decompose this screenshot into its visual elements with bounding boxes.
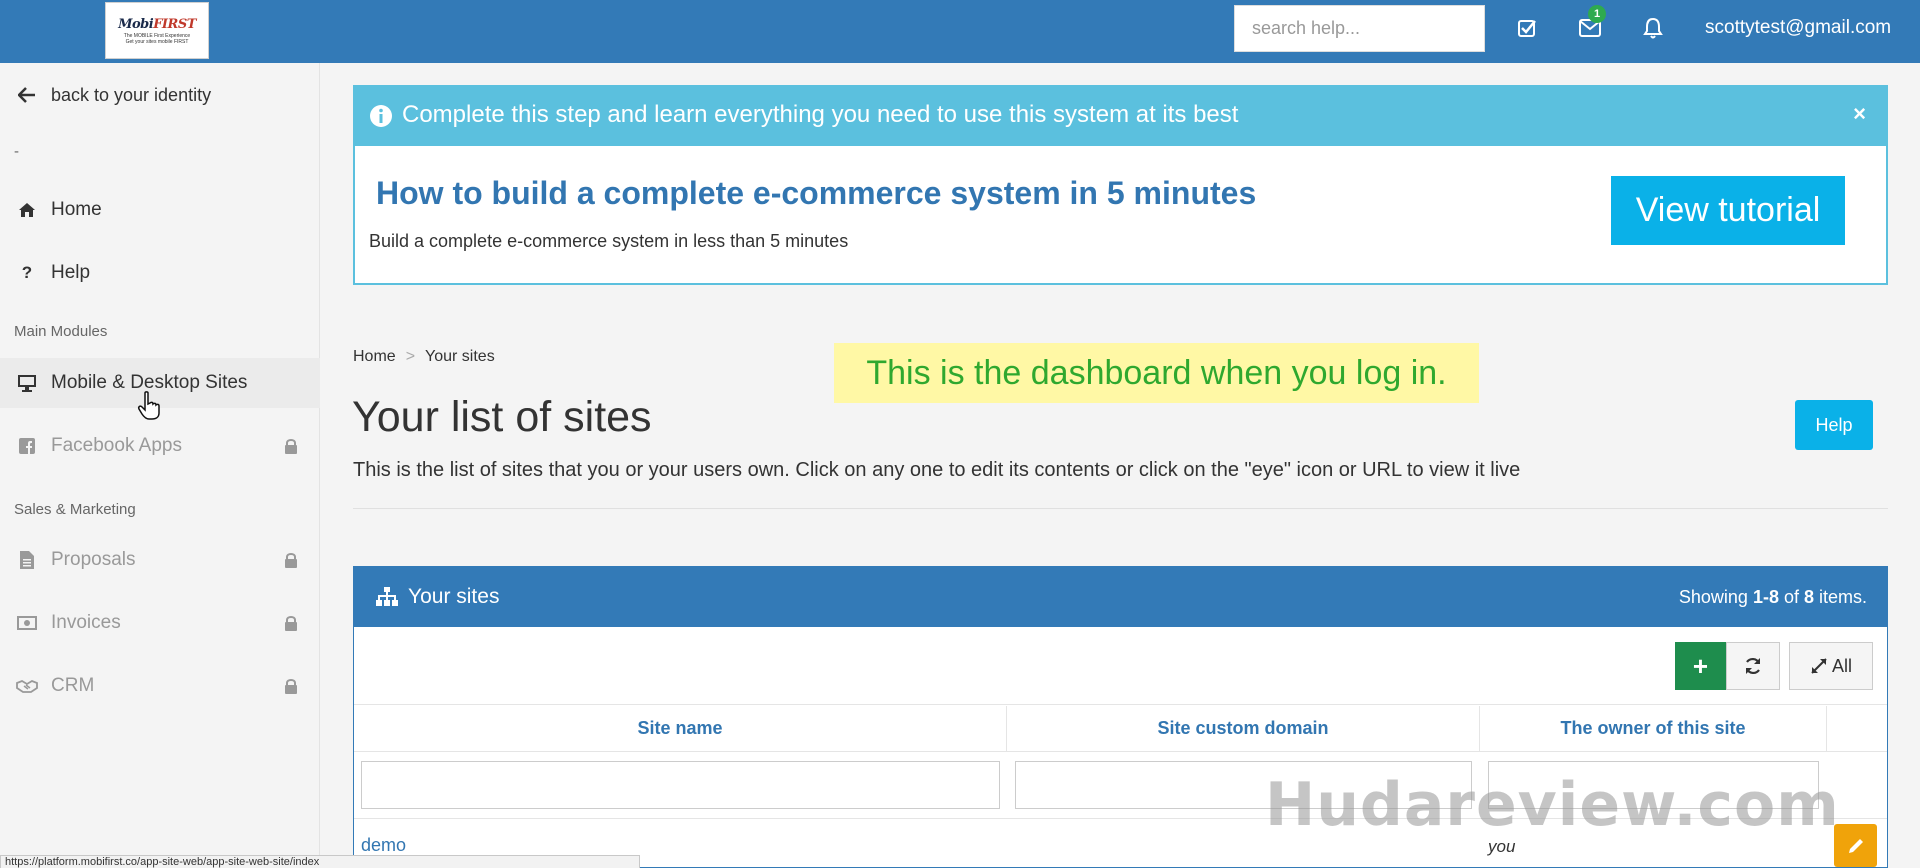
tutorial-banner: Complete this step and learn everything … [353, 85, 1888, 285]
search-help-input[interactable] [1234, 5, 1485, 52]
sidebar-item-label: CRM [51, 675, 95, 696]
breadcrumb-current: Your sites [425, 348, 495, 365]
site-name-filter-input[interactable] [361, 761, 1000, 809]
sitemap-icon [376, 587, 398, 612]
site-owner-cell: you [1488, 837, 1516, 856]
sidebar-separator: - [14, 143, 19, 160]
lock-icon [284, 438, 298, 454]
site-name-link[interactable]: demo [361, 835, 406, 856]
money-bill-icon [16, 612, 38, 634]
page-description: This is the list of sites that you or yo… [353, 459, 1521, 481]
sidebar-item-label: Help [51, 262, 91, 283]
breadcrumb-separator: > [405, 348, 416, 365]
top-navbar: MobiFIRST The MOBILE First Experience Ge… [0, 0, 1920, 63]
desktop-monitor-icon [16, 372, 38, 394]
lock-icon [284, 552, 298, 568]
sidebar-item-proposals[interactable]: Proposals [0, 535, 320, 585]
edit-site-button[interactable] [1834, 824, 1877, 867]
plus-icon: + [1692, 650, 1709, 681]
divider [353, 508, 1888, 509]
banner-header: Complete this step and learn everything … [355, 87, 1886, 146]
expand-all-button[interactable]: All [1789, 642, 1873, 690]
banner-header-text: Complete this step and learn everything … [402, 101, 1239, 128]
refresh-button[interactable] [1726, 642, 1780, 690]
browser-status-url: https://platform.mobifirst.co/app-site-w… [0, 855, 640, 868]
column-header-owner[interactable]: The owner of this site [1480, 706, 1827, 751]
handshake-icon [16, 675, 38, 697]
brand-logo[interactable]: MobiFIRST The MOBILE First Experience Ge… [105, 2, 209, 59]
logo-text-a: Mobi [118, 16, 154, 32]
expand-icon [1811, 658, 1827, 674]
watermark: Hudareview.com [1265, 770, 1840, 840]
pencil-icon [1848, 838, 1863, 853]
info-circle-icon [369, 104, 393, 133]
help-button[interactable]: Help [1795, 400, 1873, 450]
lock-icon [284, 678, 298, 694]
tasks-checkbox-icon[interactable] [1513, 14, 1541, 42]
video-annotation-caption: This is the dashboard when you log in. [834, 343, 1479, 403]
logo-tagline-2: Get your sites mobile FIRST [125, 38, 189, 45]
items-summary: Showing 1-8 of 8 items. [1679, 587, 1867, 608]
expand-all-label: All [1831, 655, 1852, 676]
tutorial-subtitle: Build a complete e-commerce system in le… [369, 231, 849, 251]
sidebar-item-label: Invoices [51, 612, 121, 633]
refresh-icon [1746, 657, 1760, 675]
sidebar-item-label: Facebook Apps [51, 435, 182, 456]
section-heading-sales-marketing: Sales & Marketing [14, 501, 136, 518]
breadcrumb-home-link[interactable]: Home [353, 348, 396, 366]
question-mark-icon: ? [21, 263, 33, 282]
sidebar-item-help[interactable]: ? Help [0, 248, 320, 298]
hand-pointer-cursor-icon [138, 391, 160, 420]
back-to-identity-link[interactable]: back to your identity [0, 70, 320, 120]
facebook-icon [16, 435, 38, 457]
summary-range: 1-8 [1752, 587, 1779, 607]
summary-mid: of [1778, 587, 1804, 607]
sidebar-item-home[interactable]: Home [0, 185, 320, 235]
summary-prefix: Showing [1678, 587, 1753, 607]
sidebar-item-invoices[interactable]: Invoices [0, 598, 320, 648]
notifications-bell-icon[interactable] [1639, 14, 1667, 42]
lock-icon [284, 615, 298, 631]
breadcrumb: Home > Your sites [353, 348, 495, 366]
sidebar-item-facebook-apps[interactable]: Facebook Apps [0, 421, 320, 471]
panel-header: Your sites Showing 1-8 of 8 items. [354, 567, 1887, 627]
page-title: Your list of sites [352, 393, 652, 441]
view-tutorial-button[interactable]: View tutorial [1611, 176, 1845, 245]
home-icon [16, 199, 38, 221]
arrow-left-icon [16, 84, 38, 106]
add-site-button[interactable]: + [1675, 642, 1726, 690]
document-icon [16, 549, 38, 571]
user-email-menu[interactable]: scottytest@gmail.com [1705, 17, 1891, 39]
grid-toolbar: + All [354, 627, 1887, 705]
panel-title: Your sites [408, 585, 500, 608]
messages-count-badge: 1 [1588, 5, 1606, 23]
back-to-identity-label: back to your identity [51, 84, 212, 105]
logo-text-b: FIRST [153, 16, 196, 32]
sidebar-item-label: Home [51, 199, 102, 220]
section-heading-main-modules: Main Modules [14, 323, 108, 340]
tutorial-title[interactable]: How to build a complete e-commerce syste… [376, 175, 1256, 212]
column-header-custom-domain[interactable]: Site custom domain [1007, 706, 1480, 751]
sidebar-item-crm[interactable]: CRM [0, 661, 320, 711]
sidebar: back to your identity - Home ? Help Main… [0, 63, 320, 868]
column-header-site-name[interactable]: Site name [354, 706, 1007, 751]
close-icon[interactable]: × [1853, 101, 1866, 127]
sidebar-item-label: Proposals [51, 549, 136, 570]
summary-total: 8 [1803, 587, 1814, 607]
summary-suffix: items. [1813, 587, 1867, 607]
